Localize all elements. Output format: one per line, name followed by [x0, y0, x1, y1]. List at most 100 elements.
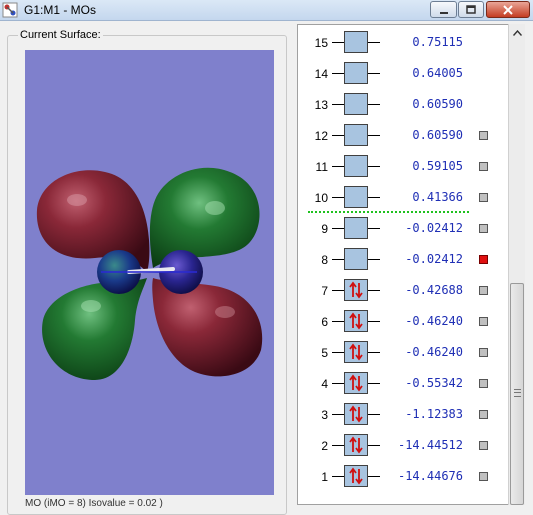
level-line — [368, 73, 380, 74]
mo-energy-value: -0.55342 — [405, 376, 463, 390]
mo-index: 9 — [321, 222, 328, 236]
mo-level-box[interactable] — [344, 434, 368, 456]
mo-energy-value: 0.59105 — [412, 159, 463, 173]
orbital-lobe-lower-right — [152, 278, 263, 377]
level-line — [368, 228, 380, 229]
mo-energy-value: 0.75115 — [412, 35, 463, 49]
mo-surface-toggle[interactable] — [479, 317, 488, 326]
mo-surface-toggle[interactable] — [479, 162, 488, 171]
mo-list-scrollbar[interactable] — [508, 24, 525, 505]
mo-level-box[interactable] — [344, 372, 368, 394]
mo-surface-toggle[interactable] — [479, 441, 488, 450]
surface-status-text: MO (iMO = 8) Isovalue = 0.02 ) — [25, 498, 163, 509]
glint — [81, 300, 101, 312]
mo-level-box[interactable] — [344, 186, 368, 208]
orbital-render — [36, 167, 263, 380]
mo-index: 14 — [314, 67, 328, 81]
level-line — [368, 321, 380, 322]
mo-energy-value: -0.46240 — [405, 345, 463, 359]
mo-level-box[interactable] — [344, 248, 368, 270]
level-line — [332, 476, 344, 477]
mo-surface-toggle[interactable] — [479, 224, 488, 233]
orbital-lobe-lower-left — [42, 278, 147, 380]
mo-row[interactable]: 9 -0.02412 — [298, 214, 525, 244]
mo-index: 2 — [321, 439, 328, 453]
maximize-button[interactable] — [458, 1, 484, 18]
mo-row[interactable]: 6 -0.46240 — [298, 307, 525, 337]
mo-row[interactable]: 3 -1.12383 — [298, 400, 525, 430]
minimize-button[interactable] — [430, 1, 457, 18]
mo-surface-toggle-selected[interactable] — [479, 255, 488, 264]
mo-surface-toggle[interactable] — [479, 286, 488, 295]
level-line — [368, 166, 380, 167]
mo-row[interactable]: 15 0.75115 — [298, 28, 525, 58]
scrollbar-thumb[interactable] — [510, 283, 524, 505]
level-line — [368, 197, 380, 198]
mo-energy-value: 0.64005 — [412, 66, 463, 80]
mo-surface-toggle[interactable] — [479, 348, 488, 357]
spin-up-down-arrows-icon — [349, 374, 363, 392]
mo-index: 13 — [314, 98, 328, 112]
mo-index: 12 — [314, 129, 328, 143]
mo-surface-toggle[interactable] — [479, 379, 488, 388]
level-line — [368, 476, 380, 477]
level-line — [332, 228, 344, 229]
glint — [215, 306, 235, 318]
mo-level-box[interactable] — [344, 155, 368, 177]
mo-level-box[interactable] — [344, 465, 368, 487]
window-title: G1:M1 - MOs — [24, 3, 97, 17]
maximize-icon — [459, 2, 483, 17]
spin-up-down-arrows-icon — [349, 281, 363, 299]
mo-surface-toggle[interactable] — [479, 472, 488, 481]
mo-row[interactable]: 4 -0.55342 — [298, 369, 525, 399]
mo-energy-value: -14.44676 — [397, 469, 463, 483]
mo-energy-value: -0.46240 — [405, 314, 463, 328]
mo-row[interactable]: 14 0.64005 — [298, 59, 525, 89]
gaussview-app-icon[interactable] — [2, 2, 18, 18]
close-button[interactable] — [486, 1, 530, 18]
mo-surface-toggle[interactable] — [479, 131, 488, 140]
mo-energy-list[interactable]: 15 0.75115 14 0.64005 13 0.60590 12 0.60590 11 0.… — [297, 24, 525, 505]
surface-viewport[interactable] — [25, 50, 274, 495]
glint — [67, 194, 87, 206]
level-line — [332, 42, 344, 43]
mo-surface-toggle[interactable] — [479, 410, 488, 419]
level-line — [332, 445, 344, 446]
mo-row[interactable]: 10 0.41366 — [298, 183, 525, 213]
mo-level-box[interactable] — [344, 279, 368, 301]
mo-surface-toggle[interactable] — [479, 193, 488, 202]
mo-energy-value: -1.12383 — [405, 407, 463, 421]
level-line — [368, 414, 380, 415]
mo-energy-value: -14.44512 — [397, 438, 463, 452]
level-line — [368, 445, 380, 446]
level-line — [368, 352, 380, 353]
mo-level-box[interactable] — [344, 217, 368, 239]
mo-row[interactable]: 1 -14.44676 — [298, 462, 525, 492]
level-line — [368, 383, 380, 384]
level-line — [332, 197, 344, 198]
level-line — [368, 42, 380, 43]
level-line — [332, 352, 344, 353]
level-line — [332, 321, 344, 322]
level-line — [332, 73, 344, 74]
mo-row[interactable]: 12 0.60590 — [298, 121, 525, 151]
level-line — [332, 290, 344, 291]
mo-row[interactable]: 2 -14.44512 — [298, 431, 525, 461]
mo-level-box[interactable] — [344, 93, 368, 115]
mo-row[interactable]: 11 0.59105 — [298, 152, 525, 182]
mo-level-box[interactable] — [344, 341, 368, 363]
mo-index: 15 — [314, 36, 328, 50]
mo-row[interactable]: 7 -0.42688 — [298, 276, 525, 306]
mo-level-box[interactable] — [344, 31, 368, 53]
mo-row[interactable]: 5 -0.46240 — [298, 338, 525, 368]
mo-row[interactable]: 8 -0.02412 — [298, 245, 525, 275]
mo-level-box[interactable] — [344, 124, 368, 146]
level-line — [332, 383, 344, 384]
level-line — [332, 259, 344, 260]
scroll-up-arrow-icon[interactable] — [509, 24, 525, 41]
mo-level-box[interactable] — [344, 310, 368, 332]
mo-level-box[interactable] — [344, 62, 368, 84]
mo-row[interactable]: 13 0.60590 — [298, 90, 525, 120]
mo-level-box[interactable] — [344, 403, 368, 425]
mo-energy-value: -0.02412 — [405, 221, 463, 235]
